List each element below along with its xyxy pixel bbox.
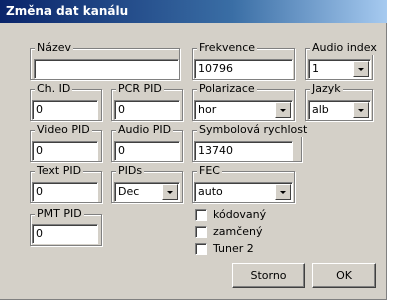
text-pid-input[interactable]: 0	[32, 182, 98, 202]
chevron-down-icon[interactable]	[353, 61, 369, 77]
checkbox-label: Tuner 2	[213, 242, 254, 255]
audio-index-value: 1	[312, 62, 319, 75]
checkbox-box[interactable]	[195, 226, 207, 238]
frekvence-label: Frekvence	[197, 41, 258, 55]
polarizace-value: hor	[198, 103, 217, 116]
video-pid-label: Video PID	[35, 123, 92, 137]
audio-pid-input[interactable]: 0	[114, 141, 180, 161]
jazyk-label: Jazyk	[310, 82, 343, 96]
ch-id-input[interactable]: 0	[32, 100, 98, 120]
symbolova-rychlost-input[interactable]: 13740	[194, 141, 293, 161]
jazyk-value: alb	[312, 103, 329, 116]
checkbox-label: zamčený	[213, 225, 263, 238]
pmt-pid-label: PMT PID	[35, 207, 84, 221]
storno-button[interactable]: Storno	[232, 263, 305, 288]
audio-index-label: Audio index	[310, 41, 379, 55]
checkbox-label: kódovaný	[213, 208, 267, 221]
nazev-label: Název	[35, 41, 74, 55]
channel-edit-dialog: Změna dat kanálu Název Frekvence 10796 A…	[0, 0, 387, 300]
symbolova-rychlost-label: Symbolová rychlost	[197, 123, 310, 137]
pids-label: PIDs	[116, 164, 145, 178]
pcr-pid-label: PCR PID	[116, 82, 164, 96]
dialog-title: Změna dat kanálu	[0, 0, 387, 23]
chevron-down-icon[interactable]	[353, 102, 369, 118]
chevron-down-icon[interactable]	[275, 184, 291, 200]
pids-value: Dec	[118, 185, 140, 198]
nazev-input[interactable]	[34, 59, 179, 79]
audio-pid-label: Audio PID	[116, 123, 174, 137]
checkbox-zamceny[interactable]: zamčený	[195, 225, 275, 239]
chevron-down-icon[interactable]	[275, 102, 291, 118]
checkbox-box[interactable]	[195, 243, 207, 255]
text-pid-label: Text PID	[35, 164, 84, 178]
ch-id-label: Ch. ID	[35, 82, 73, 96]
video-pid-input[interactable]: 0	[32, 141, 98, 161]
pcr-pid-input[interactable]: 0	[114, 100, 180, 120]
checkbox-tuner-2[interactable]: Tuner 2	[195, 242, 275, 256]
checkbox-kodovany[interactable]: kódovaný	[195, 208, 275, 222]
ok-button[interactable]: OK	[312, 263, 376, 288]
pmt-pid-input[interactable]: 0	[32, 224, 98, 244]
jazyk-select[interactable]: alb	[308, 100, 371, 120]
fec-select[interactable]: auto	[194, 182, 293, 202]
fec-label: FEC	[197, 164, 222, 178]
frekvence-input[interactable]: 10796	[194, 59, 293, 79]
fec-value: auto	[198, 185, 223, 198]
pids-select[interactable]: Dec	[114, 182, 180, 202]
checkbox-box[interactable]	[195, 209, 207, 221]
audio-index-select[interactable]: 1	[308, 59, 371, 79]
polarizace-select[interactable]: hor	[194, 100, 293, 120]
chevron-down-icon[interactable]	[162, 184, 178, 200]
polarizace-label: Polarizace	[197, 82, 257, 96]
